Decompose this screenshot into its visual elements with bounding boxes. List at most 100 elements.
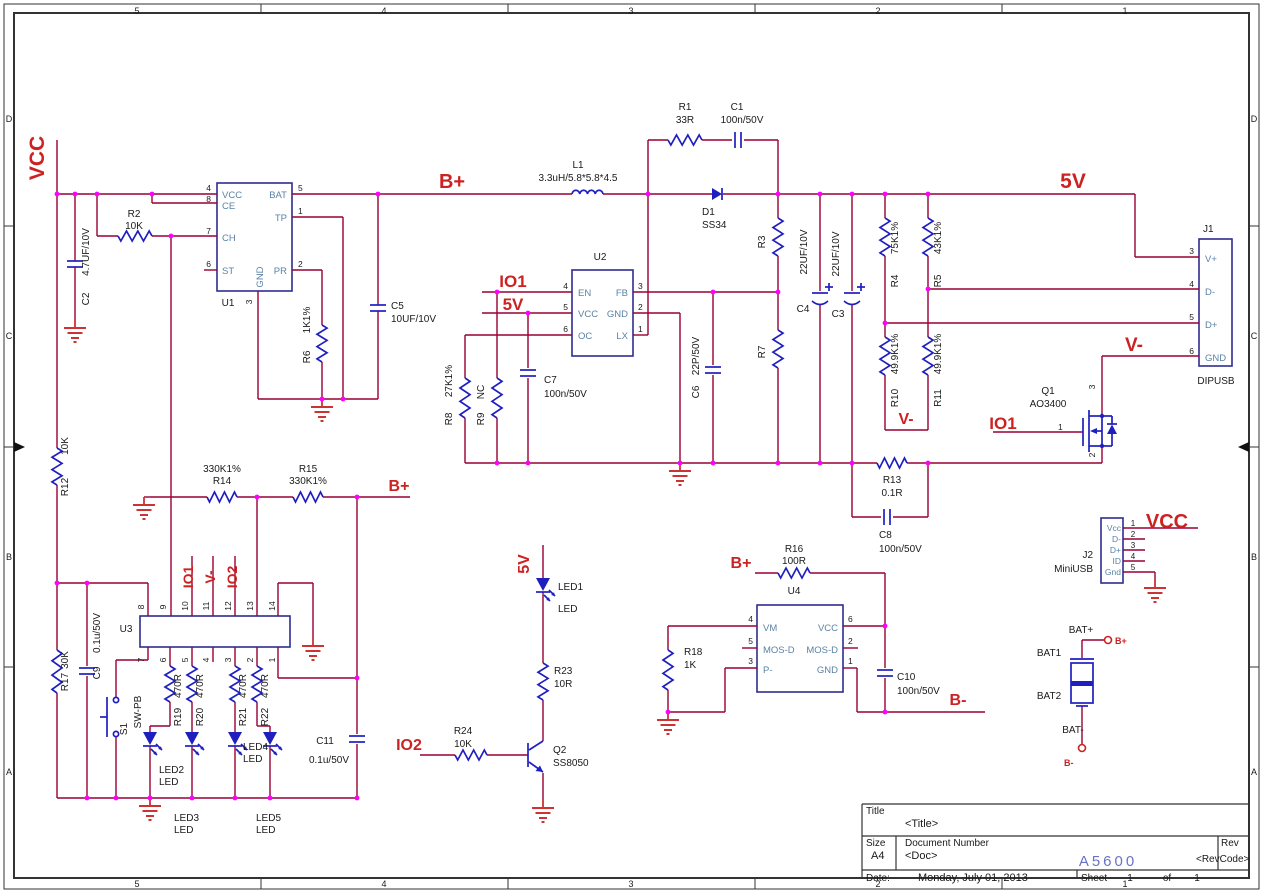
label-nums-1: 1	[298, 206, 303, 216]
label-nums-4: 4	[1189, 279, 1194, 289]
label-nums-4: 4	[563, 281, 568, 291]
label-parts-led: LED	[256, 825, 275, 836]
label-parts-v470: 470R	[260, 674, 271, 698]
label-parts-r23: R23	[554, 666, 573, 677]
ground-icon	[302, 638, 324, 660]
capacitor-C3	[844, 301, 860, 305]
label-parts-c2v: 4.7UF/10V	[81, 228, 92, 276]
label-parts-q1v: AO3400	[1030, 399, 1067, 410]
label-pins-en: EN	[578, 288, 591, 299]
label-parts-q2v: SS8050	[553, 758, 589, 769]
label-nums-8: 8	[136, 604, 146, 609]
label-parts-r22: R22	[260, 707, 271, 726]
terminal-bminus-icon	[1079, 745, 1086, 752]
junction-dot	[169, 234, 174, 239]
label-parts-c3: C3	[832, 309, 845, 320]
label-pins-ch: CH	[222, 233, 236, 244]
label-parts-v10k: 10K	[125, 221, 143, 232]
label-sheet-code: A5600	[1079, 853, 1137, 870]
label-nums-2: 2	[245, 657, 255, 662]
label-pins-bat: BAT	[269, 190, 287, 201]
label-nums-7: 7	[206, 226, 211, 236]
label-parts-v470: 470R	[173, 674, 184, 698]
label-nums-1: 1	[1058, 422, 1063, 432]
junction-dot	[666, 710, 671, 715]
ground-icon	[139, 798, 161, 820]
junction-dots	[55, 192, 931, 801]
label-parts-v499: 49.9K1%	[933, 334, 944, 375]
label-parts-r11: R11	[933, 389, 944, 407]
mosfet-Q1	[1100, 444, 1104, 448]
label-parts-r2: R2	[128, 209, 141, 220]
label-frame-rows-3: A	[6, 767, 12, 777]
junction-dot	[320, 397, 325, 402]
junction-dot	[776, 192, 781, 197]
label-parts-r10: R10	[890, 388, 901, 407]
junction-dot	[818, 192, 823, 197]
resistor-R7	[773, 330, 783, 368]
transistor-Q2	[529, 741, 543, 750]
label-parts-r23v: 10R	[554, 679, 572, 690]
label-pins-vm: VM	[763, 623, 777, 634]
label-parts-q2: Q2	[553, 745, 567, 756]
label-nums-9: 9	[158, 604, 168, 609]
terminal-bplus-icon	[1105, 637, 1112, 644]
label-nums-8: 8	[206, 194, 211, 204]
junction-dot	[150, 192, 155, 197]
resistor-R23	[538, 663, 548, 700]
junction-dot	[678, 461, 683, 466]
label-parts-v100n: 100n/50V	[879, 544, 922, 555]
label-parts-r4v: 75K1%	[890, 222, 901, 254]
label-parts-r16v: 100R	[782, 556, 806, 567]
label-parts-v100n: 100n/50V	[544, 389, 587, 400]
label-parts-led: LED	[174, 825, 193, 836]
junction-dot	[646, 192, 651, 197]
label-parts-led5: LED5	[256, 813, 281, 824]
label-parts-u2: U2	[594, 252, 607, 263]
label-nums-12: 12	[223, 601, 233, 611]
resistor-R10	[880, 337, 890, 375]
junction-dot	[95, 192, 100, 197]
label-parts-j1v: DIPUSB	[1197, 376, 1235, 387]
label-nums-1: 1	[267, 657, 277, 662]
junction-dot	[73, 192, 78, 197]
junction-dot	[776, 461, 781, 466]
resistor-R11	[923, 337, 933, 375]
label-parts-r4: R4	[890, 274, 901, 287]
label-parts-c9: C9	[92, 666, 103, 679]
inductor-L1	[572, 190, 603, 194]
label-sheet-sheet_label: Sheet	[1081, 873, 1107, 884]
junction-dot	[190, 796, 195, 801]
label-frame-cols-3: 2	[875, 6, 880, 16]
label-nums-6: 6	[206, 259, 211, 269]
label-parts-led: LED	[159, 777, 178, 788]
label-pins-vcc: VCC	[818, 623, 838, 634]
label-parts-v22uf: 22UF/10V	[831, 231, 842, 276]
label-pins-vcc: VCC	[578, 309, 598, 320]
junction-dot	[148, 796, 153, 801]
mosfet-Q1-body-diode	[1107, 425, 1117, 435]
label-nets-io2: IO2	[224, 566, 240, 589]
junction-dot	[883, 192, 888, 197]
label-sheet-title: <Title>	[905, 818, 938, 830]
label-pins-vcc: VCC	[222, 190, 242, 201]
label-sheet-rev_label: Rev	[1221, 838, 1239, 849]
label-parts-s1: S1	[119, 722, 130, 735]
label-parts-led: LED	[243, 754, 262, 765]
label-sheet-doc: <Doc>	[905, 850, 937, 862]
junction-dot	[526, 461, 531, 466]
label-parts-c2: C2	[81, 292, 92, 305]
label-parts-r18: R18	[684, 647, 703, 658]
label-nums-10: 10	[180, 601, 190, 611]
label-parts-r18v: 1K	[684, 660, 697, 671]
label-parts-r20: R20	[195, 707, 206, 726]
label-sheet-sheet_num: 1	[1127, 873, 1133, 884]
label-nums-13: 13	[245, 601, 255, 611]
label-parts-c4: C4	[797, 304, 810, 315]
label-pins-dminus: D-	[1205, 287, 1215, 298]
label-parts-r21: R21	[238, 707, 249, 726]
label-pins-id: ID	[1113, 556, 1122, 566]
label-parts-c1: C1	[731, 102, 744, 113]
label-nums-3: 3	[638, 281, 643, 291]
label-nums-4: 4	[206, 183, 211, 193]
